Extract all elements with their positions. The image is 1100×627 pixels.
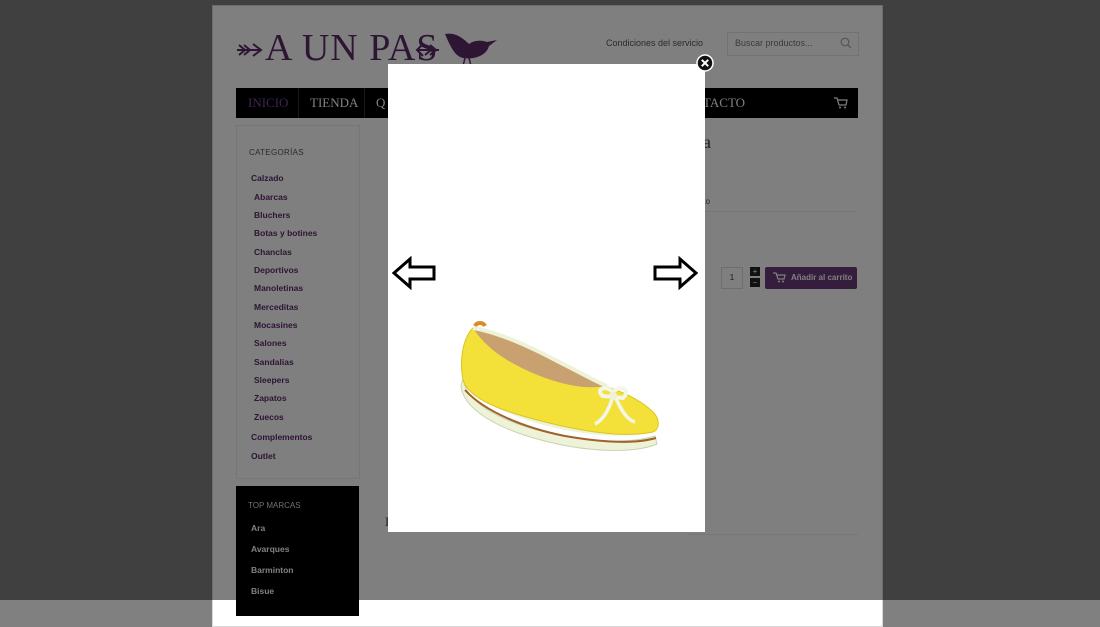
close-icon[interactable]	[696, 54, 714, 72]
next-arrow-icon[interactable]	[652, 256, 698, 290]
product-shoe-image	[460, 321, 659, 451]
lightbox-image-panel	[388, 64, 705, 532]
previous-arrow-icon[interactable]	[392, 256, 438, 290]
